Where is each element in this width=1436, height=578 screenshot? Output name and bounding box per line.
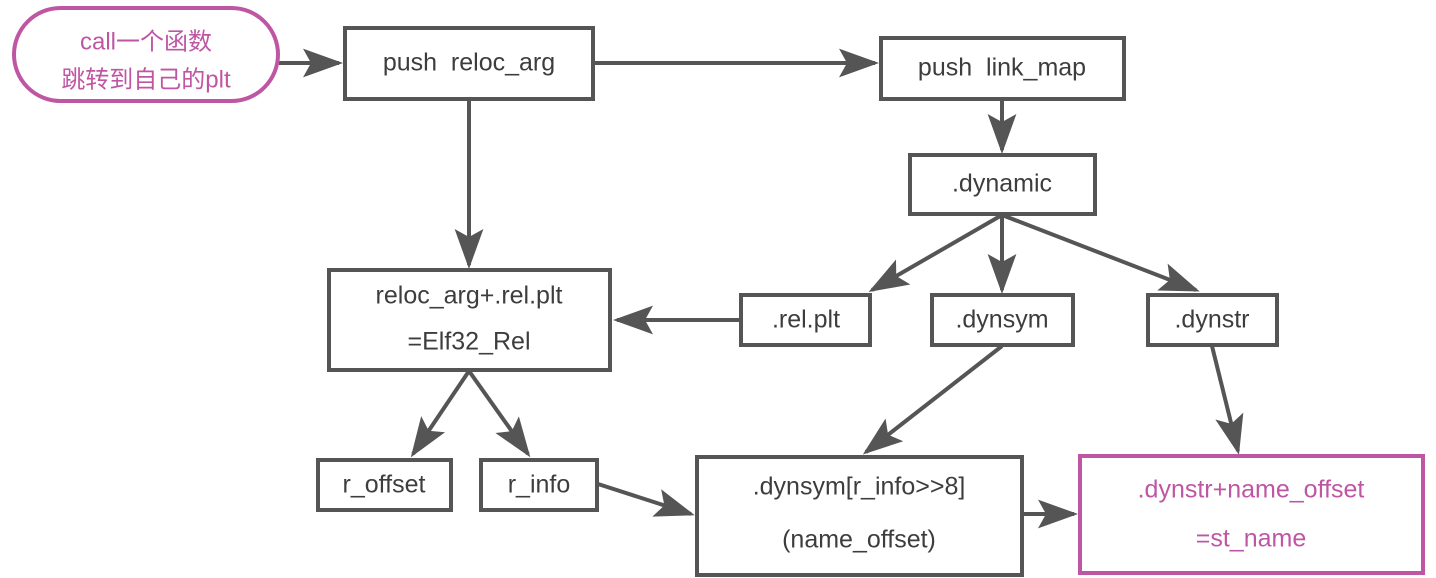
node-dynsym-index-line-1: (name_offset) <box>782 526 936 554</box>
node-push-link-map[interactable]: push link_map <box>879 36 1126 101</box>
edge-dynstr-to-dynstr-name-offset <box>1210 345 1244 455</box>
node-dynstr-name-offset-line-0: .dynstr+name_offset <box>1138 476 1365 504</box>
flowchart-diagram: call一个函数 跳转到自己的plt push reloc_arg push l… <box>0 0 1436 578</box>
node-dynstr[interactable]: .dynstr <box>1146 293 1279 347</box>
diagram-canvas: call一个函数 跳转到自己的plt push reloc_arg push l… <box>12 6 1425 577</box>
node-r-offset[interactable]: r_offset <box>316 458 453 512</box>
edge-dynamic-to-dynstr <box>1001 213 1200 292</box>
node-dynstr-name-offset-line-1: =st_name <box>1196 525 1307 553</box>
node-dynsym-label: .dynsym <box>955 306 1048 334</box>
node-dynstr-name-offset[interactable]: .dynstr+name_offset =st_name <box>1078 454 1425 575</box>
node-push-reloc-arg[interactable]: push reloc_arg <box>343 26 595 101</box>
edge-reloc-arg-relplt-to-r-offset <box>410 369 471 458</box>
node-reloc-arg-relplt-line-0: reloc_arg+.rel.plt <box>376 282 563 310</box>
node-dynsym[interactable]: .dynsym <box>930 293 1075 347</box>
node-dynsym-index-line-0: .dynsym[r_info>>8] <box>753 473 966 501</box>
node-r-info-label: r_info <box>508 471 571 499</box>
node-reloc-arg-relplt-line-1: =Elf32_Rel <box>408 328 531 356</box>
edge-reloc-arg-relplt-to-r-info <box>467 369 531 458</box>
node-push-link-map-label: push link_map <box>918 54 1086 82</box>
node-push-reloc-arg-label: push reloc_arg <box>383 49 555 77</box>
node-r-offset-label: r_offset <box>343 471 426 499</box>
node-dynstr-name-offset-shape <box>1078 454 1425 575</box>
node-dynamic-label: .dynamic <box>952 170 1052 198</box>
edge-dynamic-to-rel-plt <box>868 213 1003 292</box>
edge-r-info-to-dynsym-index <box>597 482 695 517</box>
node-call-plt-line-0: call一个函数 <box>80 28 212 55</box>
node-rel-plt-label: .rel.plt <box>772 306 840 334</box>
node-dynstr-label: .dynstr <box>1174 306 1249 334</box>
node-dynsym-index[interactable]: .dynsym[r_info>>8] (name_offset) <box>695 455 1024 577</box>
node-rel-plt[interactable]: .rel.plt <box>739 293 872 347</box>
node-call-plt-line-1: 跳转到自己的plt <box>61 66 231 93</box>
node-dynamic[interactable]: .dynamic <box>908 153 1097 216</box>
edge-dynsym-to-dynsym-index <box>862 344 1004 455</box>
node-reloc-arg-relplt[interactable]: reloc_arg+.rel.plt =Elf32_Rel <box>327 268 612 372</box>
node-call-plt[interactable]: call一个函数 跳转到自己的plt <box>12 6 280 103</box>
node-r-info[interactable]: r_info <box>479 458 599 512</box>
